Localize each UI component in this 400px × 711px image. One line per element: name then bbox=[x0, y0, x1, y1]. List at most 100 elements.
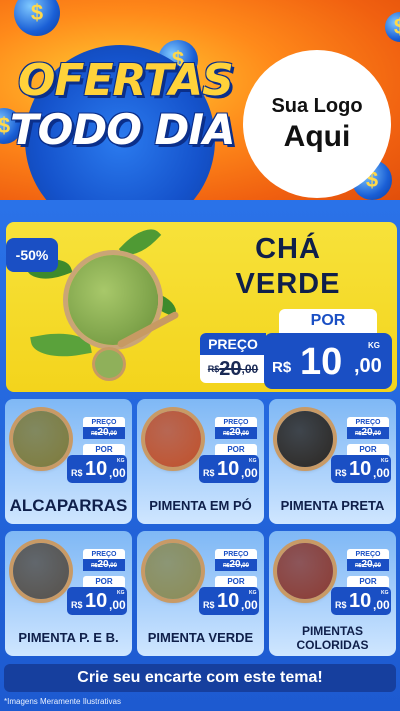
spice-bowl bbox=[145, 411, 201, 467]
product-name: ALCAPARRAS bbox=[9, 496, 128, 515]
unit: KG bbox=[249, 458, 257, 464]
new-price-label: POR bbox=[83, 444, 125, 455]
hero-old-price-label: PREÇO bbox=[200, 333, 266, 355]
logo-placeholder[interactable]: Sua Logo Aqui bbox=[243, 50, 391, 198]
spice-bowl bbox=[277, 411, 333, 467]
hero-old-currency: R$ bbox=[207, 364, 220, 374]
product-card[interactable]: PREÇO R$ 20,00 POR R$ 10 KG ,00 PIMENTAS COLORIDA… bbox=[269, 531, 396, 656]
product-name-line-2: COLORIDAS bbox=[296, 638, 369, 653]
old-int: 20 bbox=[361, 559, 373, 570]
old-price: R$ 20,00 bbox=[347, 559, 389, 571]
hero-new-price: R$ 10 KG ,00 bbox=[264, 333, 392, 389]
old-dec: ,00 bbox=[372, 431, 381, 437]
product-name: PIMENTA VERDE bbox=[147, 630, 254, 645]
product-card[interactable]: PREÇO R$ 20,00 POR R$ 10 KG ,00 ALCAPARRAS bbox=[5, 399, 132, 524]
old-price-label: PREÇO bbox=[347, 417, 389, 427]
unit: KG bbox=[117, 458, 125, 464]
product-name: PIMENTAS COLORIDAS bbox=[269, 624, 396, 653]
new-currency: R$ bbox=[335, 600, 347, 610]
product-card[interactable]: PREÇO R$ 20,00 POR R$ 10 KG ,00 PIMENTA EM PÓ bbox=[137, 399, 264, 524]
old-price: R$ 20,00 bbox=[215, 427, 257, 439]
old-dec: ,00 bbox=[108, 563, 117, 569]
new-int: 10 bbox=[217, 590, 240, 612]
new-price: R$ 10 KG ,00 bbox=[67, 455, 127, 483]
new-currency: R$ bbox=[203, 600, 215, 610]
new-int: 10 bbox=[85, 458, 108, 480]
spice-bowl bbox=[145, 543, 201, 599]
new-price-label: POR bbox=[347, 576, 389, 587]
title-line-2: TODO DIA bbox=[10, 105, 236, 154]
disclaimer-text: *Imagens Meramente Ilustrativas bbox=[4, 697, 121, 706]
spice-bowl bbox=[13, 543, 69, 599]
new-currency: R$ bbox=[71, 468, 83, 478]
new-currency: R$ bbox=[335, 468, 347, 478]
header-banner: $ $ $ $ $ OFERTAS TODO DIA Sua Logo Aqui bbox=[0, 0, 400, 205]
hero-product-name: CHÁ VERDE bbox=[208, 232, 368, 302]
product-card[interactable]: PREÇO R$ 20,00 POR R$ 10 KG ,00 PIMENTA VERDE bbox=[137, 531, 264, 656]
hero-new-price-label: POR bbox=[279, 309, 377, 333]
hero-unit: KG bbox=[368, 341, 380, 350]
new-currency: R$ bbox=[71, 600, 83, 610]
old-price: R$ 20,00 bbox=[83, 427, 125, 439]
old-price-label: PREÇO bbox=[215, 549, 257, 559]
old-int: 20 bbox=[229, 427, 241, 438]
old-price: R$ 20,00 bbox=[215, 559, 257, 571]
old-dec: ,00 bbox=[108, 431, 117, 437]
product-card[interactable]: PREÇO R$ 20,00 POR R$ 10 KG ,00 PIMENTA P. E B. bbox=[5, 531, 132, 656]
new-price: R$ 10 KG ,00 bbox=[331, 587, 391, 615]
old-price-label: PREÇO bbox=[83, 417, 125, 427]
new-dec: ,00 bbox=[373, 466, 390, 480]
hero-name-line-1: CHÁ bbox=[255, 233, 321, 265]
old-price-label: PREÇO bbox=[215, 417, 257, 427]
new-dec: ,00 bbox=[241, 598, 258, 612]
new-currency: R$ bbox=[203, 468, 215, 478]
unit: KG bbox=[117, 590, 125, 596]
new-dec: ,00 bbox=[373, 598, 390, 612]
logo-text-2: Aqui bbox=[283, 119, 351, 153]
new-price: R$ 10 KG ,00 bbox=[331, 455, 391, 483]
hero-old-int: 20 bbox=[219, 357, 242, 380]
cta-button[interactable]: Crie seu encarte com este tema! bbox=[4, 664, 396, 692]
new-int: 10 bbox=[217, 458, 240, 480]
title-line-1: OFERTAS bbox=[18, 55, 234, 106]
new-price-label: POR bbox=[83, 576, 125, 587]
new-int: 10 bbox=[85, 590, 108, 612]
new-dec: ,00 bbox=[109, 466, 126, 480]
new-dec: ,00 bbox=[241, 466, 258, 480]
old-dec: ,00 bbox=[372, 563, 381, 569]
coin-icon: $ bbox=[385, 12, 400, 42]
spice-bowl bbox=[13, 411, 69, 467]
old-int: 20 bbox=[97, 427, 109, 438]
hero-new-currency: R$ bbox=[272, 359, 292, 376]
product-name: PIMENTA EM PÓ bbox=[149, 498, 252, 513]
new-price: R$ 10 KG ,00 bbox=[199, 587, 259, 615]
new-price-label: POR bbox=[215, 444, 257, 455]
old-int: 20 bbox=[97, 559, 109, 570]
unit: KG bbox=[249, 590, 257, 596]
new-int: 10 bbox=[349, 458, 372, 480]
hero-name-line-2: VERDE bbox=[235, 267, 341, 300]
spoon bbox=[95, 350, 123, 378]
old-price: R$ 20,00 bbox=[347, 427, 389, 439]
old-dec: ,00 bbox=[240, 563, 249, 569]
unit: KG bbox=[381, 590, 389, 596]
old-price-label: PREÇO bbox=[83, 549, 125, 559]
old-int: 20 bbox=[361, 427, 373, 438]
unit: KG bbox=[381, 458, 389, 464]
hero-old-price: R$ 20,00 bbox=[200, 356, 266, 382]
old-price: R$ 20,00 bbox=[83, 559, 125, 571]
product-card[interactable]: PREÇO R$ 20,00 POR R$ 10 KG ,00 PIMENTA PRETA bbox=[269, 399, 396, 524]
discount-badge: -50% bbox=[6, 238, 58, 272]
new-price: R$ 10 KG ,00 bbox=[199, 455, 259, 483]
new-price-label: POR bbox=[347, 444, 389, 455]
product-name: PIMENTA P. E B. bbox=[18, 630, 119, 645]
spice-bowl bbox=[277, 543, 333, 599]
hero-new-int: 10 bbox=[300, 341, 343, 383]
new-price: R$ 10 KG ,00 bbox=[67, 587, 127, 615]
old-int: 20 bbox=[229, 559, 241, 570]
product-name: PIMENTA PRETA bbox=[280, 498, 385, 513]
new-int: 10 bbox=[349, 590, 372, 612]
old-dec: ,00 bbox=[240, 431, 249, 437]
new-price-label: POR bbox=[215, 576, 257, 587]
old-price-label: PREÇO bbox=[347, 549, 389, 559]
